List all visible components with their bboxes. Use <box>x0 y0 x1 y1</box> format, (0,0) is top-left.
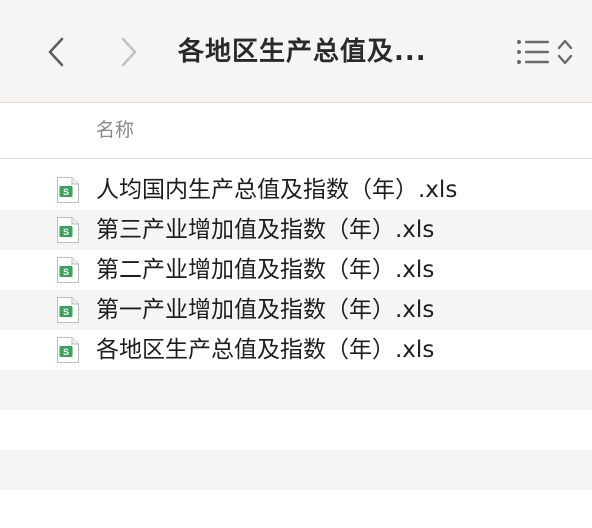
svg-text:S: S <box>63 227 69 237</box>
file-name: 第二产业增加值及指数（年）.xls <box>96 257 435 283</box>
file-row[interactable]: S 第二产业增加值及指数（年）.xls <box>0 250 592 290</box>
empty-row-stripe <box>0 490 592 528</box>
view-options-button[interactable] <box>514 36 590 68</box>
file-name: 第一产业增加值及指数（年）.xls <box>96 297 435 323</box>
file-row[interactable]: S 各地区生产总值及指数（年）.xls <box>0 330 592 370</box>
svg-text:S: S <box>63 187 69 197</box>
up-down-chevron-icon <box>557 39 573 65</box>
column-header-row: 名称 <box>0 103 592 159</box>
finder-window: 各地区生产总值及... 名称 S 人均国内生产总值及指数（年）.xls S 第三… <box>0 0 592 528</box>
file-name: 人均国内生产总值及指数（年）.xls <box>96 177 458 203</box>
svg-text:S: S <box>63 307 69 317</box>
spreadsheet-file-icon: S <box>57 257 79 283</box>
chevron-right-icon <box>121 37 137 67</box>
list-view-icon <box>517 40 549 64</box>
file-name: 各地区生产总值及指数（年）.xls <box>96 337 435 363</box>
chevron-left-icon <box>48 37 64 67</box>
spreadsheet-file-icon: S <box>57 297 79 323</box>
file-list: S 人均国内生产总值及指数（年）.xls S 第三产业增加值及指数（年）.xls… <box>0 170 592 528</box>
svg-text:S: S <box>63 267 69 277</box>
empty-row-stripe <box>0 450 592 490</box>
file-row[interactable]: S 第一产业增加值及指数（年）.xls <box>0 290 592 330</box>
name-column-header[interactable]: 名称 <box>96 117 134 143</box>
svg-text:S: S <box>63 347 69 357</box>
empty-row-stripe <box>0 410 592 450</box>
forward-button[interactable] <box>117 34 141 70</box>
empty-row-stripe <box>0 370 592 410</box>
spreadsheet-file-icon: S <box>57 337 79 363</box>
spreadsheet-file-icon: S <box>57 217 79 243</box>
file-row[interactable]: S 第三产业增加值及指数（年）.xls <box>0 210 592 250</box>
window-title: 各地区生产总值及... <box>178 37 427 67</box>
back-button[interactable] <box>44 34 68 70</box>
spreadsheet-file-icon: S <box>57 177 79 203</box>
file-row[interactable]: S 人均国内生产总值及指数（年）.xls <box>0 170 592 210</box>
toolbar: 各地区生产总值及... <box>0 0 592 103</box>
file-name: 第三产业增加值及指数（年）.xls <box>96 217 435 243</box>
